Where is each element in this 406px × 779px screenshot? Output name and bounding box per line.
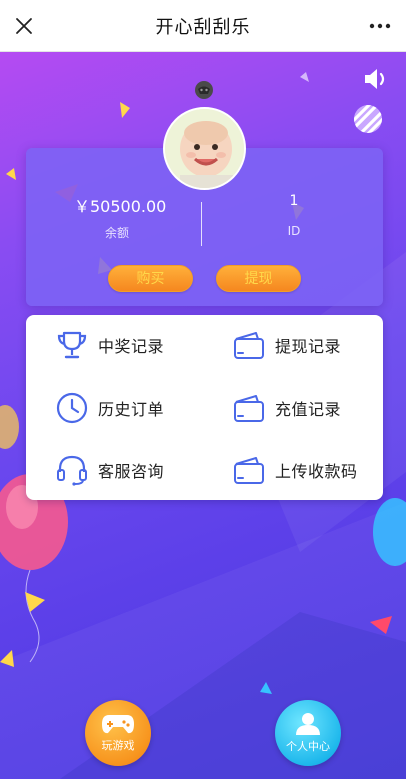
menu-item-label: 客服咨询 [98, 462, 165, 481]
striped-ball-icon [354, 105, 382, 133]
user-icon [296, 713, 320, 735]
menu-item-label: 中奖记录 [98, 337, 165, 356]
menu-item-label: 历史订单 [98, 400, 165, 419]
balance-value: ￥50500.00 [74, 197, 167, 216]
buy-button[interactable]: 购买 [108, 265, 193, 292]
clock-icon [54, 390, 90, 426]
menu-item-winning-records[interactable]: 中奖记录 [54, 325, 164, 365]
more-button[interactable] [364, 10, 396, 42]
top-nav-bar: 开心刮刮乐 [0, 0, 406, 52]
sound-toggle-button[interactable] [362, 66, 390, 92]
wallet-icon [231, 452, 267, 488]
user-id-label: ID [287, 224, 301, 238]
menu-item-recharge-records[interactable]: 充值记录 [231, 388, 341, 428]
menu-item-upload-payment-code[interactable]: 上传收款码 [231, 450, 358, 490]
tab-play-game[interactable]: 玩游戏 [85, 700, 151, 766]
speaker-icon [365, 69, 385, 89]
menu-item-customer-service[interactable]: 客服咨询 [54, 450, 164, 490]
more-dots-icon [369, 23, 391, 29]
menu-item-label: 提现记录 [275, 337, 342, 356]
tab-personal-center[interactable]: 个人中心 [275, 700, 341, 766]
tab-label: 个人中心 [286, 740, 330, 753]
menu-item-withdraw-records[interactable]: 提现记录 [231, 325, 341, 365]
wallet-icon [231, 390, 267, 426]
close-button[interactable] [8, 10, 40, 42]
avatar[interactable] [163, 107, 246, 190]
close-icon [16, 18, 32, 34]
stats-divider [201, 202, 202, 246]
gamepad-icon [102, 715, 134, 734]
trophy-icon [54, 327, 90, 363]
wallet-icon [231, 327, 267, 363]
withdraw-button[interactable]: 提现 [216, 265, 301, 292]
tab-label: 玩游戏 [101, 739, 135, 752]
baby-photo [165, 109, 244, 188]
balance-label: 余额 [104, 226, 129, 240]
crown-icon [195, 81, 213, 99]
page-title: 开心刮刮乐 [155, 16, 251, 38]
menu-item-label: 充值记录 [275, 400, 342, 419]
menu-item-order-history[interactable]: 历史订单 [54, 388, 164, 428]
menu-item-label: 上传收款码 [275, 462, 358, 481]
headset-icon [54, 452, 90, 488]
user-id-value: 1 [289, 193, 299, 209]
